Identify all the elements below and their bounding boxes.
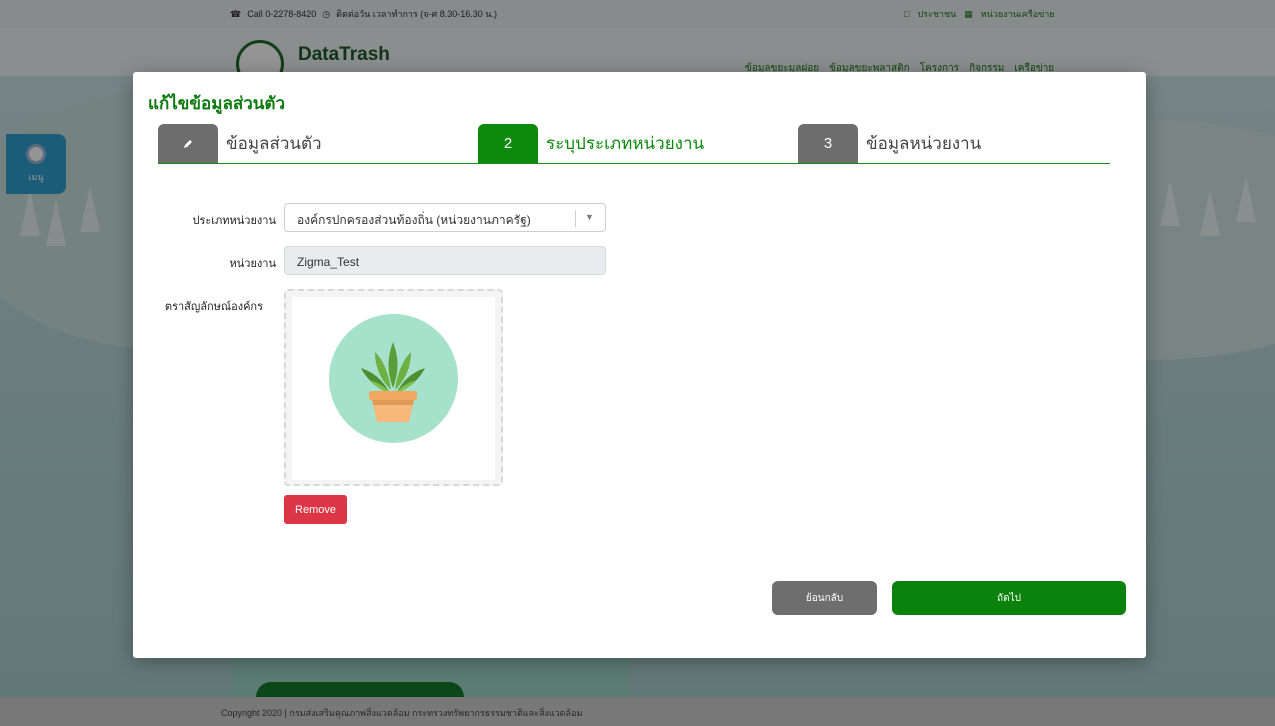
org-type-select[interactable]: องค์กรปกครองส่วนท้องถิ่น (หน่วยงานภาครัฐ… <box>284 203 606 232</box>
select-divider <box>575 210 576 227</box>
step-number-2: 2 <box>478 124 538 163</box>
step-number-3: 3 <box>798 124 858 163</box>
logo-label: ตราสัญลักษณ์องค์กร <box>164 301 263 313</box>
step-personal-info[interactable]: ข้อมูลส่วนตัว <box>158 124 322 163</box>
pencil-icon <box>184 139 192 148</box>
logo-preview <box>292 297 495 480</box>
step-label: ข้อมูลส่วนตัว <box>226 134 322 153</box>
org-name-value: Zigma_Test <box>297 255 360 269</box>
edit-profile-modal: แก้ไขข้อมูลส่วนตัว ข้อมูลส่วนตัว 2 ระบุป… <box>133 72 1146 658</box>
modal-title: แก้ไขข้อมูลส่วนตัว <box>148 94 286 113</box>
stepper: ข้อมูลส่วนตัว 2 ระบุประเภทหน่วยงาน 3 ข้อ… <box>158 124 1110 164</box>
step-label: ระบุประเภทหน่วยงาน <box>546 134 705 153</box>
org-name-field: Zigma_Test <box>284 246 606 275</box>
org-type-label: ประเภทหน่วยงาน <box>192 215 276 227</box>
chevron-down-icon[interactable]: ▼ <box>585 212 594 222</box>
step-org-type[interactable]: 2 ระบุประเภทหน่วยงาน <box>478 124 704 163</box>
logo-image <box>329 314 458 443</box>
logo-upload-area[interactable] <box>284 289 503 486</box>
remove-logo-button[interactable]: Remove <box>284 495 347 524</box>
back-button[interactable]: ย้อนกลับ <box>772 581 877 615</box>
next-button[interactable]: ถัดไป <box>892 581 1126 615</box>
step-label: ข้อมูลหน่วยงาน <box>866 134 982 153</box>
plant-pot-icon <box>361 342 425 422</box>
org-type-value: องค์กรปกครองส่วนท้องถิ่น (หน่วยงานภาครัฐ… <box>297 213 531 227</box>
step-org-info[interactable]: 3 ข้อมูลหน่วยงาน <box>798 124 981 163</box>
org-label: หน่วยงาน <box>229 258 276 270</box>
step-number-1 <box>158 124 218 163</box>
